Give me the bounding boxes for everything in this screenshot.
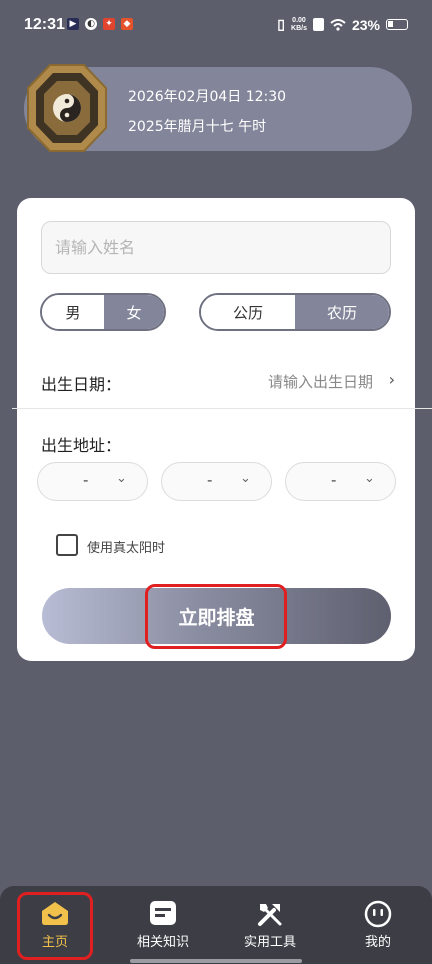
city-select[interactable]: - ⌄ bbox=[161, 462, 272, 501]
nav-tools[interactable]: 实用工具 bbox=[232, 886, 308, 956]
nav-knowledge[interactable]: 相关知识 bbox=[126, 886, 200, 956]
nav-knowledge-label: 相关知识 bbox=[136, 935, 189, 950]
calendar-toggle[interactable]: 公历 农历 bbox=[199, 293, 391, 331]
battery-icon bbox=[386, 19, 408, 30]
district-select[interactable]: - ⌄ bbox=[285, 462, 396, 501]
name-input[interactable] bbox=[41, 221, 391, 274]
bagua-icon bbox=[27, 64, 107, 152]
birth-date-placeholder: 请输入出生日期 bbox=[267, 373, 373, 391]
nav-tools-label: 实用工具 bbox=[243, 935, 296, 950]
nav-home[interactable]: 主页 bbox=[18, 886, 92, 956]
status-time: 12:31 bbox=[24, 16, 65, 33]
chevron-down-icon: ⌄ bbox=[240, 471, 251, 486]
notification-icons: ▶ ◐ ✦ ◆ bbox=[67, 18, 133, 30]
home-smile-icon bbox=[42, 902, 68, 925]
vibrate-icon: ▯ bbox=[277, 16, 286, 32]
battery-percent: 23% bbox=[351, 16, 380, 33]
gender-toggle[interactable]: 男 女 bbox=[40, 293, 166, 331]
divider bbox=[12, 408, 432, 409]
province-select[interactable]: - ⌄ bbox=[37, 462, 148, 501]
chevron-down-icon: ⌄ bbox=[364, 471, 375, 486]
true-solar-checkbox[interactable] bbox=[56, 534, 78, 556]
status-bar: 12:31 ▶ ◐ ✦ ◆ ▯ 0.00 KB/s 23% bbox=[0, 0, 432, 50]
nav-home-label: 主页 bbox=[41, 935, 68, 950]
nav-profile[interactable]: 我的 bbox=[340, 886, 416, 956]
calendar-solar-option[interactable]: 公历 bbox=[201, 295, 295, 329]
nav-profile-label: 我的 bbox=[364, 935, 391, 950]
submit-button[interactable]: 立即排盘 bbox=[42, 588, 391, 644]
home-indicator[interactable] bbox=[130, 959, 302, 963]
birth-date-label: 出生日期： bbox=[41, 375, 122, 394]
birth-place-label: 出生地址： bbox=[41, 436, 122, 455]
gender-female-option[interactable]: 女 bbox=[104, 295, 164, 329]
status-right: ▯ 0.00 KB/s 23% bbox=[277, 16, 408, 33]
birth-date-row[interactable]: 出生日期： 请输入出生日期 › bbox=[17, 358, 415, 408]
chevron-right-icon: › bbox=[388, 370, 395, 389]
sim-icon bbox=[312, 18, 324, 31]
lunar-datetime: 2025年腊月十七 午时 bbox=[128, 119, 267, 135]
orange-app-icon: ◆ bbox=[121, 18, 133, 30]
browser-app-icon: ◐ bbox=[85, 18, 97, 30]
solar-datetime: 2026年02月04日 12:30 bbox=[128, 89, 287, 105]
red-app-icon: ✦ bbox=[103, 18, 115, 30]
tools-icon bbox=[258, 904, 282, 926]
true-solar-label: 使用真太阳时 bbox=[87, 541, 166, 556]
document-icon bbox=[150, 901, 176, 925]
chevron-down-icon: ⌄ bbox=[116, 471, 127, 486]
wifi-icon bbox=[330, 18, 346, 31]
bottom-nav: 主页 相关知识 实用工具 我的 bbox=[0, 886, 432, 964]
profile-smile-icon bbox=[364, 900, 392, 928]
video-app-icon: ▶ bbox=[67, 18, 79, 30]
net-speed: 0.00 KB/s bbox=[291, 16, 307, 32]
gender-male-option[interactable]: 男 bbox=[42, 295, 104, 329]
calendar-lunar-option[interactable]: 农历 bbox=[295, 295, 389, 329]
